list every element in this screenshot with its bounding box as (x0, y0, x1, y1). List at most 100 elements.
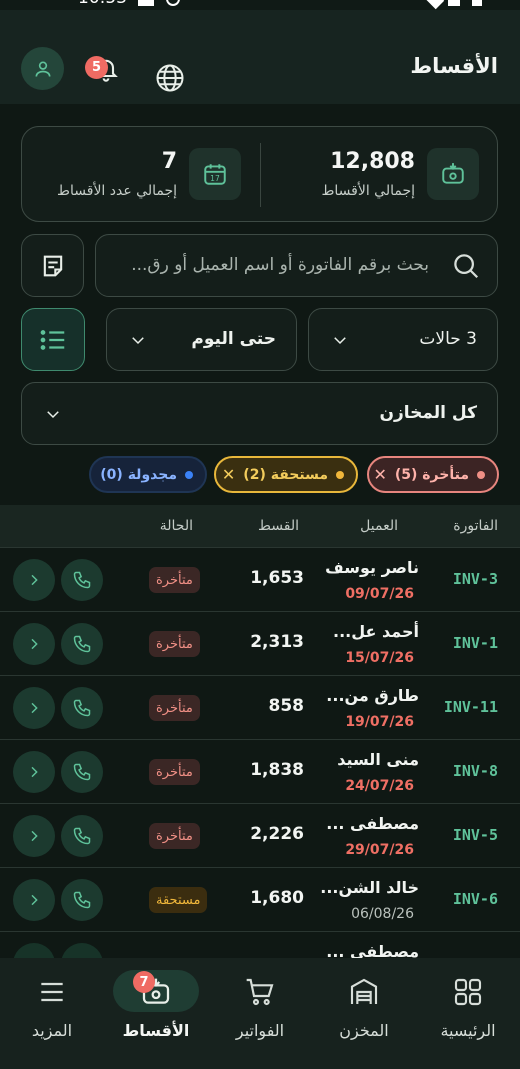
call-button[interactable] (61, 815, 103, 857)
phone-icon (73, 827, 91, 845)
chip-overdue[interactable]: متأخرة (5) ✕ (367, 456, 499, 493)
warehouse-filter-label: كل المخازن (379, 403, 477, 423)
call-button[interactable] (61, 687, 103, 729)
status-badge: متأخرة (149, 759, 200, 785)
notification-status-icon (138, 0, 154, 6)
summary-card: 12,808 إجمالي الأقساط 17 7 إجمالي عدد ال… (21, 126, 498, 222)
table-row[interactable]: INV-5 مصطفى ... 29/07/26 2,226 متأخرة (0, 804, 520, 868)
chevron-right-icon (31, 574, 38, 586)
row-open-button[interactable] (13, 815, 55, 857)
call-button[interactable] (61, 943, 103, 958)
customer-name: مصطفى ... (326, 814, 419, 833)
nav-home[interactable]: الرئيسية (416, 958, 520, 1069)
table-row[interactable]: مصطفى ... (0, 932, 520, 958)
due-date: 06/08/26 (351, 906, 414, 922)
date-filter-dropdown[interactable]: حتى اليوم (106, 308, 297, 371)
chip-scheduled[interactable]: مجدولة (0) (89, 456, 207, 493)
table-row[interactable]: INV-11 طارق من... 19/07/26 858 متأخرة (0, 676, 520, 740)
phone-icon (73, 635, 91, 653)
due-date: 09/07/26 (345, 586, 414, 602)
table-row[interactable]: INV-1 أحمد عل... 15/07/26 2,313 متأخرة (0, 612, 520, 676)
nav-invoices[interactable]: الفواتير (208, 958, 312, 1069)
list-filter-button[interactable] (21, 308, 85, 371)
chip-due-label: مستحقة (2) (243, 466, 328, 483)
phone-icon (73, 763, 91, 781)
status-badge: متأخرة (149, 631, 200, 657)
warehouse-icon (350, 978, 378, 1004)
total-count-label: إجمالي عدد الأقساط (57, 183, 177, 199)
table-row[interactable]: INV-8 منى السيد 24/07/26 1,838 متأخرة (0, 740, 520, 804)
nav-warehouse-label: المخزن (339, 1021, 389, 1040)
grid-icon (454, 978, 482, 1006)
status-time: 10:53 (78, 0, 127, 8)
chip-dot (336, 470, 344, 479)
phone-icon (73, 571, 91, 589)
customer-name: منى السيد (337, 750, 419, 769)
battery-icon (472, 0, 482, 6)
header-status: الحالة (159, 518, 193, 534)
installment-amount: 1,838 (250, 760, 304, 780)
summary-divider (260, 143, 261, 207)
wifi-icon (425, 0, 445, 10)
table-row[interactable]: INV-6 خالد الشن... 06/08/26 1,680 مستحقة (0, 868, 520, 932)
status-bar: 10:53 (0, 0, 520, 10)
invoice-number: INV-11 (443, 698, 498, 716)
search-input[interactable]: بحث برقم الفاتورة أو اسم العميل أو رق... (95, 234, 498, 297)
invoice-number: INV-5 (452, 826, 498, 844)
table-row[interactable]: INV-3 ناصر يوسف 09/07/26 1,653 متأخرة (0, 548, 520, 612)
status-badge: مستحقة (149, 887, 208, 913)
phone-icon (73, 891, 91, 909)
customer-name: مصطفى ... (326, 942, 419, 958)
nav-more[interactable]: المزيد (0, 958, 104, 1069)
profile-button[interactable] (21, 47, 64, 90)
header-customer: العميل (360, 518, 398, 534)
due-date: 29/07/26 (345, 842, 414, 858)
nav-home-label: الرئيسية (440, 1021, 496, 1040)
row-open-button[interactable] (13, 687, 55, 729)
chip-due[interactable]: مستحقة (2) ✕ (214, 456, 358, 493)
customer-name: ناصر يوسف (325, 558, 419, 577)
chevron-right-icon (31, 766, 38, 778)
page-title: الأقساط (410, 54, 498, 78)
close-icon[interactable]: ✕ (222, 465, 235, 484)
close-icon[interactable]: ✕ (373, 465, 386, 484)
call-button[interactable] (61, 751, 103, 793)
call-button[interactable] (61, 623, 103, 665)
user-icon (35, 61, 50, 77)
header-invoice: الفاتورة (453, 518, 498, 534)
row-open-button[interactable] (13, 751, 55, 793)
chevron-down-icon (132, 337, 144, 345)
header-installment: القسط (257, 518, 299, 534)
table-header: الفاتورة العميل القسط الحالة (0, 505, 520, 548)
customer-name: خالد الشن... (320, 878, 419, 897)
notes-button[interactable] (21, 234, 84, 297)
invoice-number: INV-8 (452, 762, 498, 780)
call-button[interactable] (61, 559, 103, 601)
due-date: 24/07/26 (345, 778, 414, 794)
nav-warehouse[interactable]: المخزن (312, 958, 416, 1069)
notifications-badge: 5 (85, 56, 108, 79)
cart-icon (246, 978, 274, 1006)
status-filter-dropdown[interactable]: 3 حالات (308, 308, 498, 371)
calendar-icon-day: 17 (210, 174, 220, 183)
chip-dot (185, 470, 193, 479)
call-button[interactable] (61, 879, 103, 921)
installment-amount: 1,680 (250, 888, 304, 908)
language-button[interactable] (150, 58, 190, 98)
chevron-down-icon (47, 411, 59, 419)
row-open-button[interactable] (13, 559, 55, 601)
bottom-navigation: الرئيسية المخزن الفواتير 7 الأقساط المزي… (0, 958, 520, 1069)
customer-name: أحمد عل... (333, 622, 419, 641)
app-header: الأقساط 5 (0, 10, 520, 104)
count-icon-box: 17 (189, 148, 241, 200)
row-open-button[interactable] (13, 943, 55, 958)
row-open-button[interactable] (13, 879, 55, 921)
nav-installments-badge: 7 (133, 971, 155, 993)
warehouse-filter-dropdown[interactable]: كل المخازن (21, 382, 498, 445)
nav-installments[interactable]: 7 الأقساط (104, 958, 208, 1069)
menu-icon (41, 982, 63, 1002)
status-badge: متأخرة (149, 695, 200, 721)
row-open-button[interactable] (13, 623, 55, 665)
total-count-value: 7 (161, 149, 177, 174)
date-filter-label: حتى اليوم (191, 329, 276, 349)
